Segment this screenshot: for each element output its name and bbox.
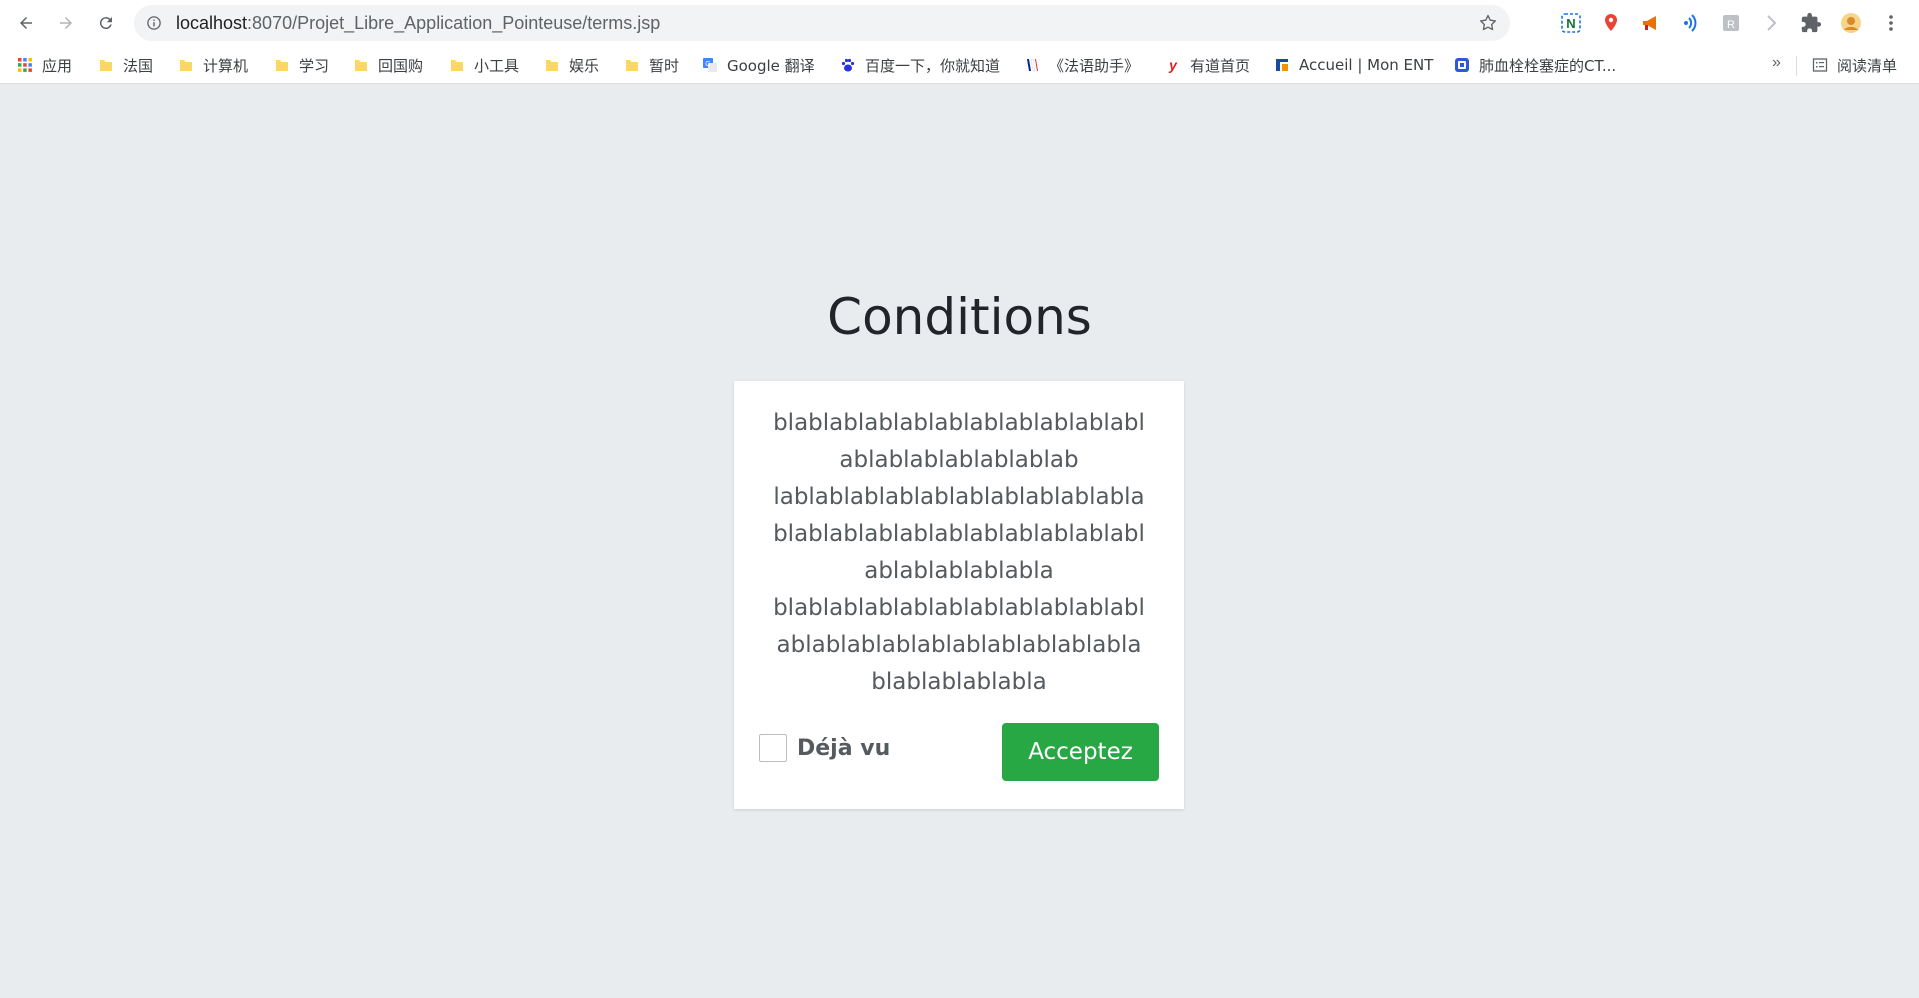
extension-location-button[interactable] bbox=[1598, 10, 1624, 36]
apps-grid-icon bbox=[18, 58, 32, 72]
svg-text:G: G bbox=[705, 61, 710, 68]
browser-toolbar: localhost:8070/Projet_Libre_Application_… bbox=[0, 0, 1919, 46]
extension-audio-button[interactable] bbox=[1678, 10, 1704, 36]
extension-chevron-button[interactable] bbox=[1758, 10, 1784, 36]
bookmark-folder-temporary[interactable]: 暂时 bbox=[624, 52, 679, 78]
terms-line: blablablablabla bbox=[871, 669, 1047, 695]
bookmark-folder-computer[interactable]: 计算机 bbox=[178, 52, 248, 78]
bookmark-label: 有道首页 bbox=[1190, 56, 1251, 75]
bookmark-google-translate[interactable]: G Google 翻译 bbox=[702, 52, 815, 78]
accept-button[interactable]: Acceptez bbox=[1002, 723, 1159, 781]
folder-icon bbox=[355, 60, 367, 71]
folder-icon bbox=[100, 60, 112, 71]
folder-icon bbox=[451, 60, 463, 71]
page-viewport: Conditions blablablablablablablablablabl… bbox=[0, 85, 1919, 998]
reading-list-button[interactable]: 阅读清单 bbox=[1812, 52, 1897, 78]
forward-button[interactable] bbox=[52, 9, 80, 37]
browser-menu-button[interactable] bbox=[1878, 10, 1904, 36]
url-text[interactable]: localhost:8070/Projet_Libre_Application_… bbox=[176, 5, 660, 41]
bookmark-label: 计算机 bbox=[203, 56, 249, 75]
terms-line: ablablablablabla bbox=[864, 558, 1054, 584]
svg-text:N: N bbox=[1566, 16, 1575, 31]
ent-icon bbox=[1276, 59, 1288, 71]
terms-line: blablablablablablablablablablabl bbox=[773, 595, 1145, 621]
gray-extension-icon: R bbox=[1723, 15, 1739, 31]
deja-vu-checkbox[interactable] bbox=[759, 734, 787, 762]
puzzle-icon bbox=[1801, 12, 1822, 33]
bookmark-label: Google 翻译 bbox=[727, 56, 815, 75]
bookmark-baidu[interactable]: 百度一下，你就知道 bbox=[840, 52, 1000, 78]
arrow-left-icon bbox=[20, 17, 32, 29]
info-icon[interactable] bbox=[147, 16, 161, 30]
arrow-right-icon bbox=[60, 17, 72, 29]
deja-vu-label[interactable]: Déjà vu bbox=[797, 736, 890, 761]
baidu-paw-icon bbox=[841, 58, 855, 72]
extensions-button[interactable] bbox=[1798, 10, 1824, 36]
kebab-menu-icon bbox=[1889, 15, 1893, 31]
bookmark-apps[interactable]: 应用 bbox=[17, 52, 72, 78]
back-button[interactable] bbox=[12, 9, 40, 37]
folder-icon bbox=[180, 60, 192, 71]
folder-icon bbox=[546, 60, 558, 71]
reload-button[interactable] bbox=[92, 9, 120, 37]
bookmark-label: 应用 bbox=[42, 56, 73, 75]
bookmark-french-helper[interactable]: 《法语助手》 bbox=[1024, 52, 1139, 78]
svg-text:y: y bbox=[1168, 57, 1178, 73]
chevron-right-icon bbox=[1767, 15, 1777, 31]
youdao-icon: y bbox=[1168, 57, 1178, 73]
star-icon[interactable] bbox=[1478, 13, 1498, 33]
terms-line: blablablablablablablablablablabl bbox=[773, 410, 1145, 436]
url-path: :8070/Projet_Libre_Application_Pointeuse… bbox=[247, 13, 661, 33]
terms-line: ablablablablablablablablablabla bbox=[776, 632, 1142, 658]
url-host: localhost bbox=[176, 13, 248, 33]
site-icon bbox=[1455, 58, 1469, 72]
extension-n-button[interactable]: N bbox=[1558, 10, 1584, 36]
terms-line: lablablablablablablablablablabla bbox=[773, 484, 1145, 510]
bookmark-label: 暂时 bbox=[649, 56, 680, 75]
extension-megaphone-button[interactable] bbox=[1638, 10, 1664, 36]
avatar-icon bbox=[1841, 13, 1861, 33]
address-bar[interactable]: localhost:8070/Projet_Libre_Application_… bbox=[134, 5, 1510, 41]
bookmark-label: 《法语助手》 bbox=[1049, 56, 1140, 75]
bookmarks-bar: 应用 法国 计算机 学习 回国购 小工具 娱乐 暂时 G Google 翻译 百… bbox=[0, 46, 1919, 84]
google-translate-icon: G bbox=[703, 58, 717, 72]
bookmark-label: 学习 bbox=[299, 56, 330, 75]
reading-list-icon bbox=[1812, 58, 1828, 72]
deja-vu-checkbox-group[interactable]: Déjà vu bbox=[759, 734, 890, 762]
bookmarks-overflow-button[interactable]: » bbox=[1772, 54, 1781, 72]
bookmark-folder-france[interactable]: 法国 bbox=[98, 52, 153, 78]
folder-icon bbox=[276, 60, 288, 71]
terms-card: blablablablablablablablablablabl ablabla… bbox=[734, 381, 1184, 809]
bookmark-label: 小工具 bbox=[474, 56, 520, 75]
reload-icon bbox=[99, 17, 112, 30]
bookmark-label: 肺血栓栓塞症的CT... bbox=[1479, 56, 1617, 75]
bookmark-label: 娱乐 bbox=[569, 56, 600, 75]
bookmark-folder-tools[interactable]: 小工具 bbox=[449, 52, 519, 78]
bookmark-folder-study[interactable]: 学习 bbox=[274, 52, 329, 78]
reading-list-label: 阅读清单 bbox=[1837, 56, 1898, 75]
french-flag-icon bbox=[1027, 58, 1038, 72]
megaphone-icon bbox=[1643, 16, 1656, 30]
map-pin-icon bbox=[1605, 14, 1617, 31]
bookmark-label: Accueil | Mon ENT bbox=[1299, 56, 1434, 74]
bookmark-youdao[interactable]: y 有道首页 bbox=[1165, 52, 1250, 78]
terms-line: ablablablablablablab bbox=[839, 447, 1079, 473]
extension-gray-button[interactable]: R bbox=[1718, 10, 1744, 36]
bookmarks-divider bbox=[1796, 56, 1797, 76]
folder-icon bbox=[626, 60, 638, 71]
bookmark-label: 百度一下，你就知道 bbox=[865, 56, 1001, 75]
bookmark-label: 法国 bbox=[123, 56, 154, 75]
bookmark-folder-entertainment[interactable]: 娱乐 bbox=[544, 52, 599, 78]
bookmark-folder-shopping[interactable]: 回国购 bbox=[353, 52, 423, 78]
page-title: Conditions bbox=[827, 288, 1092, 346]
bookmark-mon-ent[interactable]: Accueil | Mon ENT bbox=[1274, 52, 1433, 78]
terms-text: blablablablablablablablablablabl ablabla… bbox=[764, 405, 1154, 701]
bookmark-label: 回国购 bbox=[378, 56, 424, 75]
profile-avatar[interactable] bbox=[1838, 10, 1864, 36]
svg-text:R: R bbox=[1727, 19, 1735, 31]
n-extension-icon: N bbox=[1561, 13, 1581, 33]
terms-line: blablablablablablablablablablabl bbox=[773, 521, 1145, 547]
bookmark-ct-article[interactable]: 肺血栓栓塞症的CT... bbox=[1454, 52, 1616, 78]
sound-waves-icon bbox=[1684, 14, 1697, 32]
